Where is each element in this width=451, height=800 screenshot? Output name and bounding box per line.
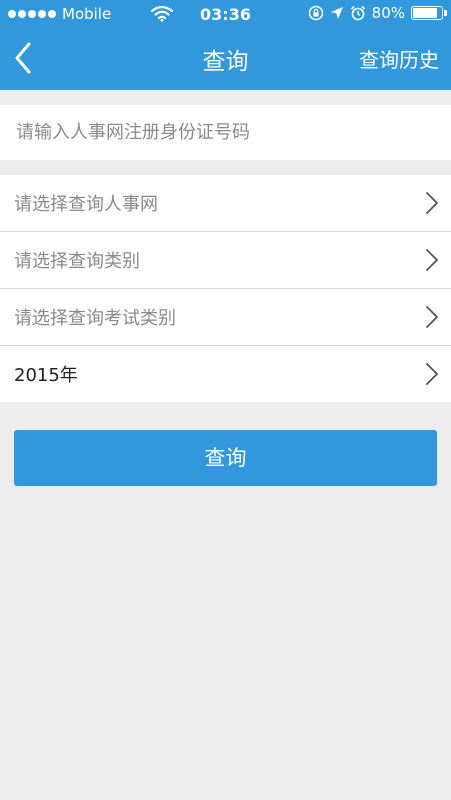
query-history-button[interactable]: 查询历史 bbox=[359, 44, 439, 73]
battery-percent: 80% bbox=[371, 4, 405, 22]
chevron-right-icon bbox=[426, 192, 438, 214]
select-label: 请选择查询类别 bbox=[14, 251, 140, 272]
select-label: 请选择查询考试类别 bbox=[14, 308, 176, 329]
location-icon bbox=[330, 7, 343, 19]
id-input-group bbox=[0, 105, 451, 160]
select-query-category[interactable]: 请选择查询类别 bbox=[0, 231, 451, 288]
select-group: 请选择查询人事网 请选择查询类别 请选择查询考试类别 2015年 bbox=[0, 175, 451, 402]
chevron-right-icon bbox=[426, 306, 438, 328]
select-personnel-network[interactable]: 请选择查询人事网 bbox=[0, 175, 451, 231]
rotation-lock-icon bbox=[308, 5, 323, 21]
status-bar: Mobile 03:36 80% bbox=[0, 0, 451, 28]
chevron-right-icon bbox=[426, 363, 438, 385]
select-label: 2015年 bbox=[14, 365, 78, 386]
id-number-input[interactable] bbox=[14, 121, 438, 144]
status-right-group: 80% bbox=[308, 4, 447, 22]
id-input-row bbox=[0, 105, 451, 160]
battery-icon bbox=[411, 6, 447, 20]
chevron-right-icon bbox=[426, 249, 438, 271]
top-bar: Mobile 03:36 80% 查询 查询历史 bbox=[0, 0, 451, 90]
select-exam-category[interactable]: 请选择查询考试类别 bbox=[0, 288, 451, 345]
query-button[interactable]: 查询 bbox=[14, 430, 437, 486]
nav-bar: 查询 查询历史 bbox=[0, 28, 451, 90]
select-year[interactable]: 2015年 bbox=[0, 345, 451, 402]
alarm-icon bbox=[350, 5, 365, 21]
battery-level bbox=[413, 8, 437, 18]
select-label: 请选择查询人事网 bbox=[14, 194, 158, 215]
